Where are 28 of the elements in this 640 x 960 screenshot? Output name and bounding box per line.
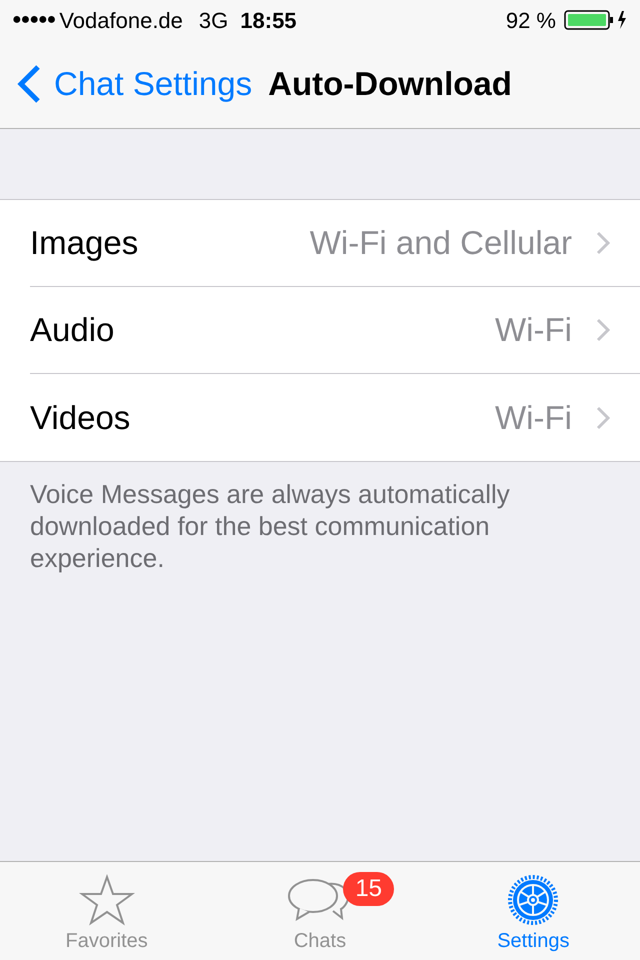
gear-icon	[507, 874, 560, 926]
star-icon	[78, 874, 135, 926]
chevron-right-icon	[596, 318, 610, 342]
battery-charging-icon	[564, 9, 628, 31]
tab-item[interactable]: Chats 15	[213, 862, 427, 960]
network-type: 3G	[198, 6, 228, 34]
tab-item[interactable]: Favorites	[0, 862, 214, 960]
row-value: Wi-Fi and Cellular	[310, 223, 572, 264]
unread-badge: 15	[343, 872, 394, 906]
status-time: 18:55	[240, 6, 297, 34]
screen-title: Auto-Download	[268, 64, 512, 104]
back-button[interactable]: Chat Settings	[16, 59, 252, 109]
tab-item[interactable]: Settings	[426, 862, 640, 960]
battery-percent: 92 %	[506, 6, 556, 34]
settings-row[interactable]: Audio Wi-Fi	[30, 287, 640, 374]
back-chevron-icon	[16, 64, 42, 104]
row-label: Images	[30, 223, 138, 264]
row-value: Wi-Fi	[495, 398, 572, 438]
settings-row[interactable]: Images Wi-Fi and Cellular	[30, 200, 640, 287]
row-value: Wi-Fi	[495, 310, 572, 350]
settings-row[interactable]: Videos Wi-Fi	[30, 374, 640, 461]
signal-dots: ●●●●●	[12, 10, 56, 30]
row-label: Videos	[30, 398, 130, 438]
carrier-name: Vodafone.de	[59, 6, 183, 34]
row-label: Audio	[30, 310, 114, 350]
chevron-right-icon	[596, 231, 610, 255]
footer-note: Voice Messages are always automatically downloaded for the best communication experience.	[29, 478, 511, 574]
chevron-right-icon	[596, 406, 610, 430]
